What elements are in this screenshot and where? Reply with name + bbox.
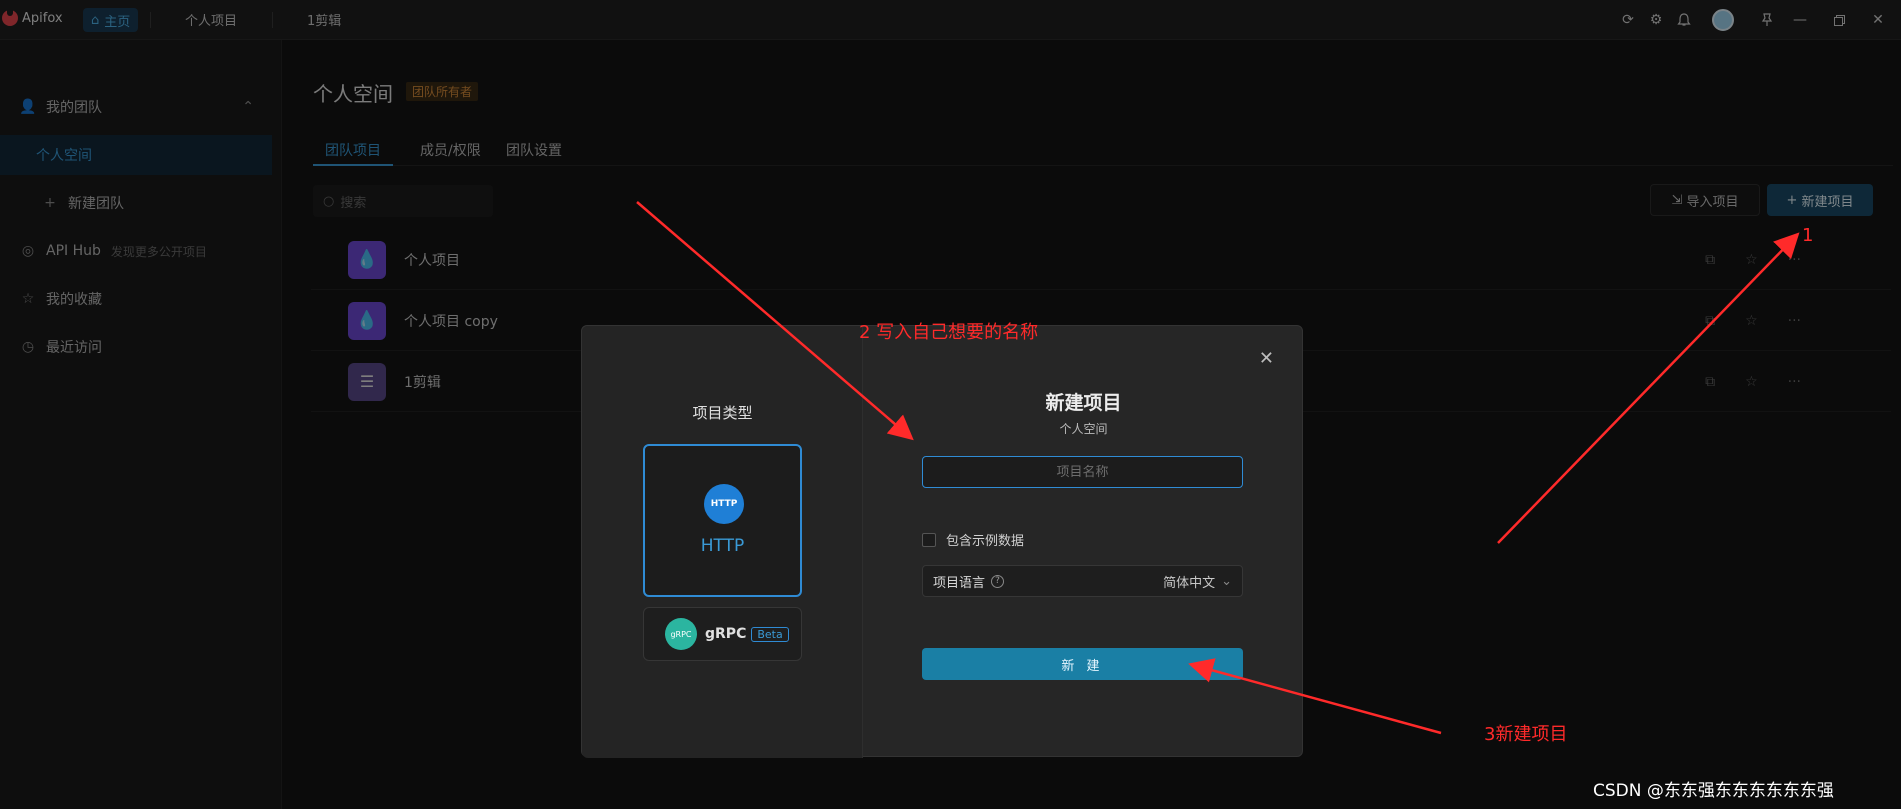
annotation-step-1: 1 (1802, 225, 1814, 246)
dialog-subtitle: 个人空间 (1059, 422, 1108, 436)
create-button[interactable]: 新 建 (922, 648, 1243, 680)
close-icon[interactable]: ✕ (1259, 348, 1274, 369)
annotation-step-2: 2 写入自己想要的名称 (859, 322, 1039, 343)
sample-data-label: 包含示例数据 (946, 534, 1025, 549)
grpc-logo-icon: gRPC (665, 618, 697, 650)
project-type-panel: 项目类型 HTTP HTTP gRPC gRPC Beta (582, 326, 863, 758)
checkbox-box[interactable] (922, 532, 936, 547)
type-card-http[interactable]: HTTP HTTP (643, 444, 802, 597)
annotation-step-3: 3新建项目 (1484, 724, 1568, 745)
beta-badge: Beta (751, 626, 789, 642)
type-card-grpc[interactable]: gRPC gRPC Beta (643, 607, 802, 661)
http-logo-icon: HTTP (704, 484, 744, 524)
language-value: 简体中文 (1163, 575, 1216, 591)
project-name-input[interactable] (922, 456, 1243, 488)
type-label: gRPC (705, 626, 747, 642)
chevron-down-icon: ⌄ (1221, 573, 1232, 589)
language-select[interactable]: 项目语言 ? 简体中文 ⌄ (922, 565, 1243, 597)
new-project-dialog: 项目类型 HTTP HTTP gRPC gRPC Beta ✕ 新建项目 个人空… (581, 325, 1303, 758)
language-label: 项目语言 (933, 575, 986, 591)
sample-data-checkbox[interactable]: 包含示例数据 (922, 530, 1024, 549)
dialog-title: 新建项目 (1045, 392, 1122, 414)
watermark: CSDN @东东强东东东东东东强 (1593, 781, 1834, 801)
help-icon[interactable]: ? (991, 574, 1005, 588)
project-type-title: 项目类型 (692, 404, 753, 422)
type-label: HTTP (700, 536, 745, 556)
